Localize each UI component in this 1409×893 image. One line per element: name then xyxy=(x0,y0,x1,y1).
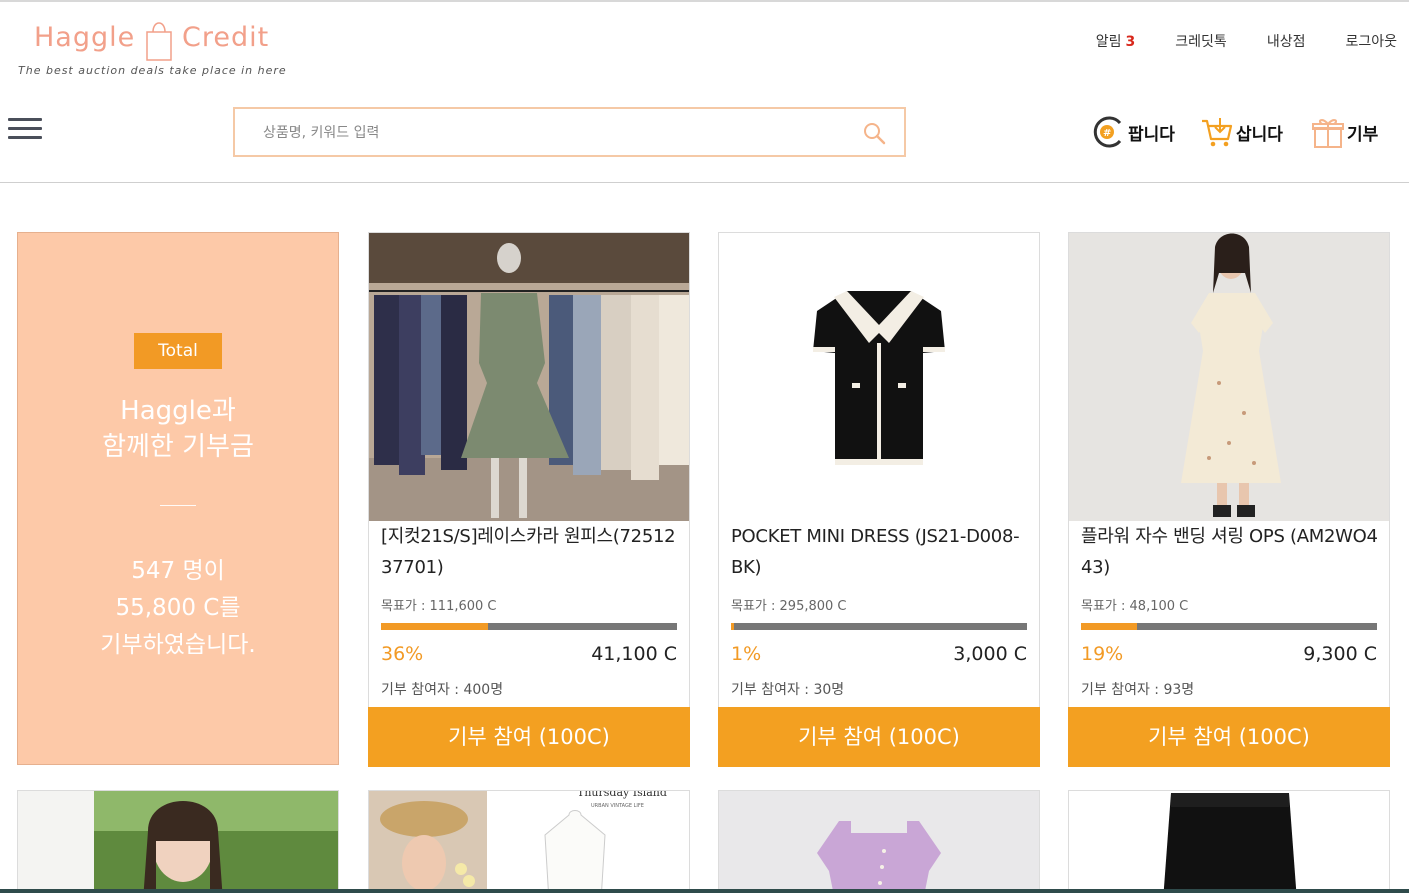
product-name[interactable]: 플라워 자수 밴딩 셔링 OPS (AM2WO443) xyxy=(1081,521,1379,583)
svg-text:#: # xyxy=(1103,128,1111,139)
logo[interactable]: Haggle Credit The best auction deals tak… xyxy=(18,14,298,80)
total-separator xyxy=(160,505,196,506)
product-photo[interactable] xyxy=(1069,791,1390,893)
progress-bar xyxy=(1081,623,1377,630)
buy-link[interactable]: 삽니다 xyxy=(1200,114,1283,150)
participant-count: 기부 참여자 : 93명 xyxy=(1081,682,1195,698)
current-amount: 41,100 C xyxy=(591,643,677,665)
my-store-link[interactable]: 내상점 xyxy=(1267,31,1306,51)
logo-word-haggle: Haggle xyxy=(34,22,136,53)
total-donation-panel: Total Haggle과 함께한 기부금 547 명이 55,800 C를 기… xyxy=(17,232,339,765)
cart-icon xyxy=(1202,118,1233,147)
product-name[interactable]: POCKET MINI DRESS (JS21-D008-BK) xyxy=(731,521,1029,583)
product-card[interactable] xyxy=(1068,790,1390,893)
header-divider xyxy=(0,182,1409,183)
progress-bar-fill xyxy=(381,623,488,630)
product-card[interactable] xyxy=(17,790,339,893)
thursday-island-sub: URBAN VINTAGE LIFE xyxy=(591,803,644,809)
sell-icon: # xyxy=(1093,116,1122,148)
alarm-count-badge: 3 xyxy=(1125,34,1136,50)
donate-link[interactable]: 기부 xyxy=(1311,114,1378,150)
total-caption: 기부하였습니다. xyxy=(100,632,256,658)
product-name[interactable]: [지컷21S/S]레이스카라 원피스(7251237701) xyxy=(381,521,679,583)
top-links: 알림 3 크레딧톡 내상점 로그아웃 xyxy=(1096,31,1397,51)
product-card[interactable]: 플라워 자수 밴딩 셔링 OPS (AM2WO443) 목표가 : 48,100… xyxy=(1068,232,1390,767)
donate-button[interactable]: 기부 참여 (100C) xyxy=(1068,707,1390,767)
progress-percent: 1% xyxy=(731,643,762,665)
product-card[interactable]: [지컷21S/S]레이스카라 원피스(7251237701) 목표가 : 111… xyxy=(368,232,690,767)
top-border xyxy=(0,0,1409,2)
search-input[interactable] xyxy=(263,121,823,145)
product-photo[interactable] xyxy=(369,233,689,521)
search-icon[interactable] xyxy=(862,121,886,145)
product-card[interactable]: POCKET MINI DRESS (JS21-D008-BK) 목표가 : 2… xyxy=(718,232,1040,767)
logout-link[interactable]: 로그아웃 xyxy=(1345,31,1397,51)
bottom-edge xyxy=(0,889,1409,893)
buy-label: 삽니다 xyxy=(1236,124,1283,145)
product-goal: 목표가 : 111,600 C xyxy=(381,599,497,614)
donate-button[interactable]: 기부 참여 (100C) xyxy=(718,707,1040,767)
logo-tagline: The best auction deals take place in her… xyxy=(18,64,287,77)
product-photo[interactable] xyxy=(18,791,339,893)
product-goal: 목표가 : 48,100 C xyxy=(1081,599,1189,614)
product-card[interactable]: Thursday Island URBAN VINTAGE LIFE xyxy=(368,790,690,893)
progress-bar-fill xyxy=(1081,623,1138,630)
progress-percent: 36% xyxy=(381,643,424,665)
product-photo[interactable] xyxy=(719,791,1040,893)
progress-bar xyxy=(381,623,677,630)
alarm-label: 알림 xyxy=(1095,34,1122,50)
current-amount: 9,300 C xyxy=(1303,643,1377,665)
progress-percent: 19% xyxy=(1081,643,1124,665)
donate-label: 기부 xyxy=(1347,124,1379,145)
total-badge: Total xyxy=(134,333,222,369)
product-card[interactable] xyxy=(718,790,1040,893)
hamburger-menu-icon[interactable] xyxy=(8,118,42,142)
credit-talk-link[interactable]: 크레딧톡 xyxy=(1175,31,1227,51)
participant-count: 기부 참여자 : 400명 xyxy=(381,682,504,698)
search-box xyxy=(233,107,906,157)
current-amount: 3,000 C xyxy=(953,643,1027,665)
product-goal: 목표가 : 295,800 C xyxy=(731,599,847,614)
product-photo[interactable] xyxy=(719,233,1039,521)
total-donor-count: 547 명이 xyxy=(131,558,225,584)
total-amount: 55,800 C를 xyxy=(115,595,241,621)
sell-label: 팝니다 xyxy=(1128,124,1175,145)
shopping-bag-icon xyxy=(146,22,172,61)
product-photo[interactable]: Thursday Island URBAN VINTAGE LIFE xyxy=(369,791,690,893)
progress-bar xyxy=(731,623,1027,630)
thursday-island-caption: Thursday Island xyxy=(577,791,667,799)
total-title: Haggle과 함께한 기부금 xyxy=(102,396,254,462)
gift-icon xyxy=(1312,119,1344,148)
logo-word-credit: Credit xyxy=(182,22,270,53)
sell-link[interactable]: # 팝니다 xyxy=(1090,114,1175,150)
alarm-link[interactable]: 알림 3 xyxy=(1096,31,1136,51)
participant-count: 기부 참여자 : 30명 xyxy=(731,682,845,698)
product-photo[interactable] xyxy=(1069,233,1389,521)
donate-button[interactable]: 기부 참여 (100C) xyxy=(368,707,690,767)
progress-bar-fill xyxy=(731,623,734,630)
